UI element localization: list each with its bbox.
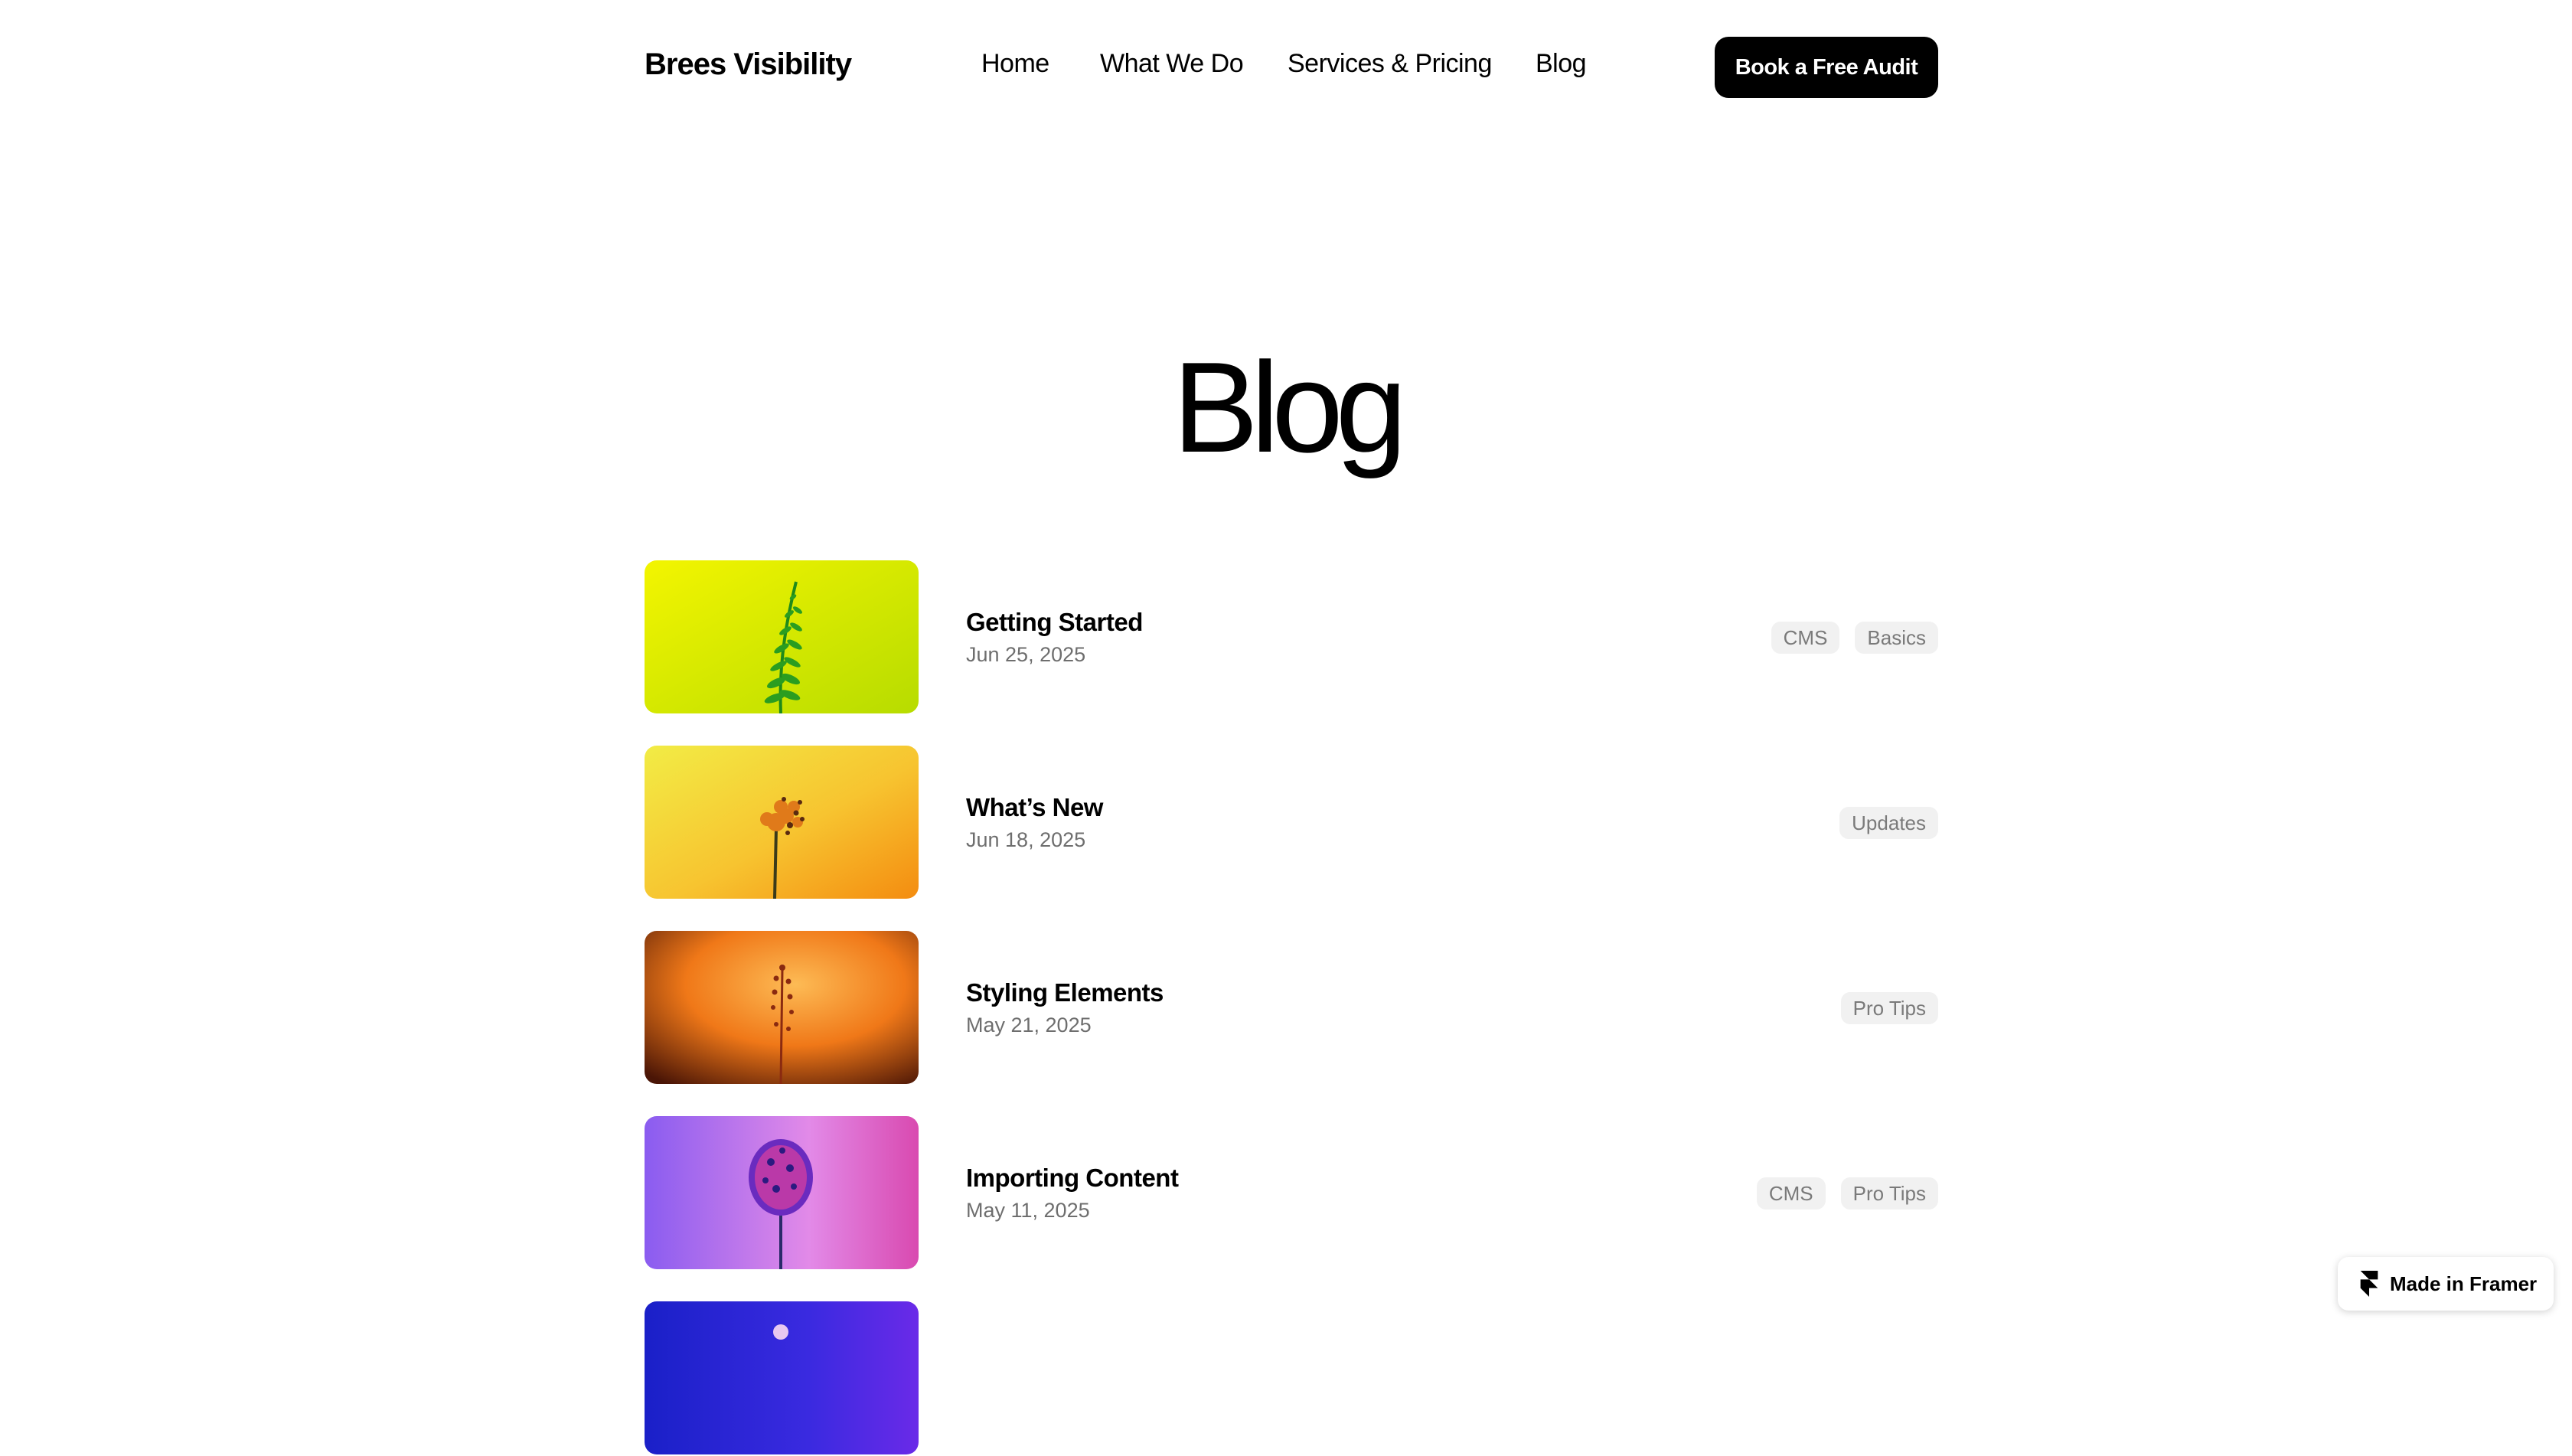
post-tags: Updates — [1839, 807, 1938, 839]
post-title[interactable]: Importing Content — [966, 1164, 1179, 1193]
blog-post-item[interactable]: What’s New Jun 18, 2025 Updates — [645, 746, 1938, 900]
tag-badge[interactable]: Pro Tips — [1840, 1177, 1938, 1210]
post-title[interactable]: Styling Elements — [966, 978, 1164, 1007]
made-in-framer-badge[interactable]: Made in Framer — [2338, 1257, 2554, 1311]
post-date: Jun 18, 2025 — [966, 828, 1086, 851]
tag-badge[interactable]: Pro Tips — [1840, 992, 1938, 1024]
main-nav: Home What We Do Services & Pricing Blog — [0, 49, 2572, 87]
post-date: May 11, 2025 — [966, 1199, 1090, 1222]
post-date: Jun 25, 2025 — [966, 643, 1086, 666]
page-title: Blog — [1172, 335, 1407, 479]
nav-what-we-do[interactable]: What We Do — [1100, 49, 1244, 79]
post-tags: Pro Tips — [1840, 992, 1938, 1024]
framer-logo-icon — [2360, 1271, 2378, 1297]
nav-services-pricing[interactable]: Services & Pricing — [1288, 49, 1492, 79]
nav-blog[interactable]: Blog — [1536, 49, 1587, 79]
tag-badge[interactable]: CMS — [1756, 1177, 1826, 1210]
blog-post-item[interactable] — [645, 1301, 1938, 1456]
post-title[interactable]: Getting Started — [966, 608, 1143, 637]
blog-post-item[interactable]: Getting Started Jun 25, 2025 CMS Basics — [645, 560, 1938, 715]
post-tags: CMS Pro Tips — [1756, 1177, 1938, 1210]
post-thumbnail[interactable] — [645, 931, 919, 1084]
post-thumbnail[interactable] — [645, 560, 919, 713]
post-thumbnail[interactable] — [645, 1116, 919, 1269]
post-title[interactable]: What’s New — [966, 793, 1103, 822]
post-thumbnail[interactable] — [645, 1301, 919, 1454]
blog-post-item[interactable]: Importing Content May 11, 2025 CMS Pro T… — [645, 1116, 1938, 1271]
tag-badge[interactable]: Basics — [1855, 622, 1938, 654]
blog-post-item[interactable]: Styling Elements May 21, 2025 Pro Tips — [645, 931, 1938, 1085]
tag-badge[interactable]: CMS — [1771, 622, 1840, 654]
post-tags: CMS Basics — [1771, 622, 1938, 654]
post-date: May 21, 2025 — [966, 1014, 1092, 1037]
tag-badge[interactable]: Updates — [1839, 807, 1938, 839]
nav-home[interactable]: Home — [981, 49, 1049, 79]
book-audit-button[interactable]: Book a Free Audit — [1715, 37, 1938, 98]
post-thumbnail[interactable] — [645, 746, 919, 899]
made-in-framer-label: Made in Framer — [2390, 1272, 2538, 1295]
